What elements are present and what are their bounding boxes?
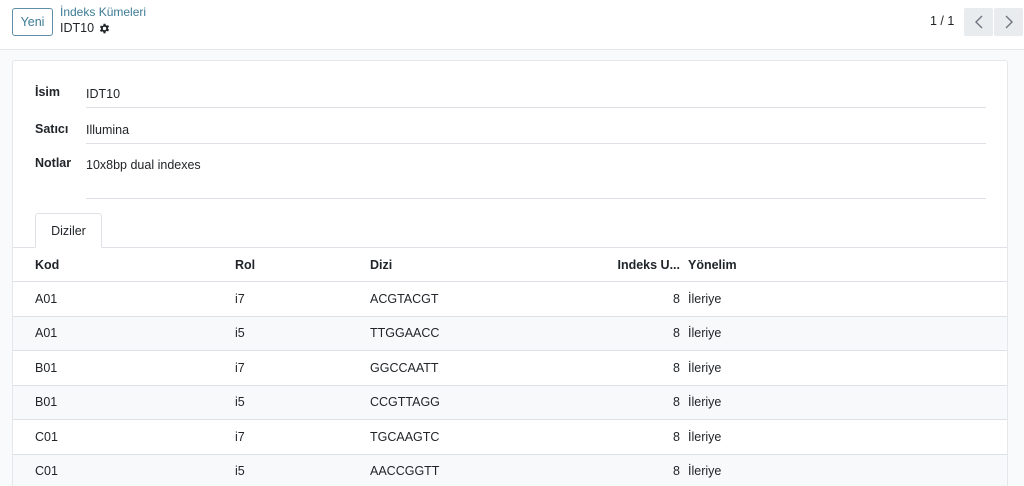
cell-yonelim: İleriye xyxy=(688,464,722,479)
name-field[interactable]: IDT10 xyxy=(86,87,986,108)
cell-kod: B01 xyxy=(35,395,58,410)
cell-dizi: GGCCAATT xyxy=(370,360,439,375)
cell-index-length: 8 xyxy=(673,326,680,341)
cell-rol: i5 xyxy=(235,395,245,410)
cell-yonelim: İleriye xyxy=(688,360,722,375)
cell-dizi: TTGGAACC xyxy=(370,326,440,341)
pager-next-button[interactable] xyxy=(994,8,1023,36)
cell-yonelim: İleriye xyxy=(688,326,722,341)
cell-kod: C01 xyxy=(35,429,58,444)
table-row[interactable]: C01 i5 AACCGGTT 8 İleriye xyxy=(13,454,1007,486)
cell-index-length: 8 xyxy=(673,291,680,306)
gear-icon[interactable] xyxy=(99,23,110,34)
cell-index-length: 8 xyxy=(673,395,680,410)
cell-dizi: AACCGGTT xyxy=(370,464,440,479)
vendor-label: Satıcı xyxy=(35,122,69,136)
table-row[interactable]: A01 i5 TTGGAACC 8 İleriye xyxy=(13,316,1007,351)
column-header-kod[interactable]: Kod xyxy=(35,258,59,272)
pager-previous-button[interactable] xyxy=(964,8,993,36)
notes-field[interactable]: 10x8bp dual indexes xyxy=(86,158,986,199)
cell-index-length: 8 xyxy=(673,464,680,479)
breadcrumb-parent-link[interactable]: İndeks Kümeleri xyxy=(60,5,146,19)
cell-index-length: 8 xyxy=(673,360,680,375)
chevron-right-icon xyxy=(1005,15,1013,29)
cell-kod: A01 xyxy=(35,326,58,341)
cell-dizi: ACGTACGT xyxy=(370,291,439,306)
cell-rol: i7 xyxy=(235,360,245,375)
column-header-index-length[interactable]: Indeks U... xyxy=(603,258,680,272)
column-header-dizi[interactable]: Dizi xyxy=(370,258,392,272)
tab-diziler[interactable]: Diziler xyxy=(35,213,102,248)
name-label: İsim xyxy=(35,85,61,99)
cell-rol: i5 xyxy=(235,464,245,479)
cell-yonelim: İleriye xyxy=(688,291,722,306)
vendor-field[interactable]: Illumina xyxy=(86,123,986,144)
breadcrumb-current: IDT10 xyxy=(60,21,110,35)
pager-value[interactable]: 1 / 1 xyxy=(930,14,954,28)
cell-yonelim: İleriye xyxy=(688,395,722,410)
table-row[interactable]: B01 i7 GGCCAATT 8 İleriye xyxy=(13,351,1007,386)
cell-yonelim: İleriye xyxy=(688,429,722,444)
table-row[interactable]: C01 i7 TGCAAGTC 8 İleriye xyxy=(13,420,1007,455)
cell-rol: i5 xyxy=(235,326,245,341)
notes-label: Notlar xyxy=(35,156,72,170)
cell-kod: B01 xyxy=(35,360,58,375)
record-title: IDT10 xyxy=(60,21,95,35)
cell-rol: i7 xyxy=(235,429,245,444)
cell-index-length: 8 xyxy=(673,429,680,444)
cell-kod: A01 xyxy=(35,291,58,306)
table-row[interactable]: A01 i7 ACGTACGT 8 İleriye xyxy=(13,282,1007,317)
chevron-left-icon xyxy=(974,15,982,29)
control-panel: Yeni İndeks Kümeleri IDT10 1 / 1 xyxy=(0,0,1024,50)
cell-dizi: CCGTTAGG xyxy=(370,395,440,410)
table-header-row: Kod Rol Dizi Indeks U... Yönelim xyxy=(13,248,1007,282)
column-header-rol[interactable]: Rol xyxy=(235,258,255,272)
column-header-yonelim[interactable]: Yönelim xyxy=(688,258,737,272)
table-row[interactable]: B01 i5 CCGTTAGG 8 İleriye xyxy=(13,385,1007,420)
cell-kod: C01 xyxy=(35,464,58,479)
cell-rol: i7 xyxy=(235,291,245,306)
cell-dizi: TGCAAGTC xyxy=(370,429,440,444)
sequences-table: Kod Rol Dizi Indeks U... Yönelim A01 i7 … xyxy=(13,248,1007,486)
form-sheet: İsim IDT10 Satıcı Illumina Notlar 10x8bp… xyxy=(12,60,1008,486)
new-button[interactable]: Yeni xyxy=(12,8,53,36)
